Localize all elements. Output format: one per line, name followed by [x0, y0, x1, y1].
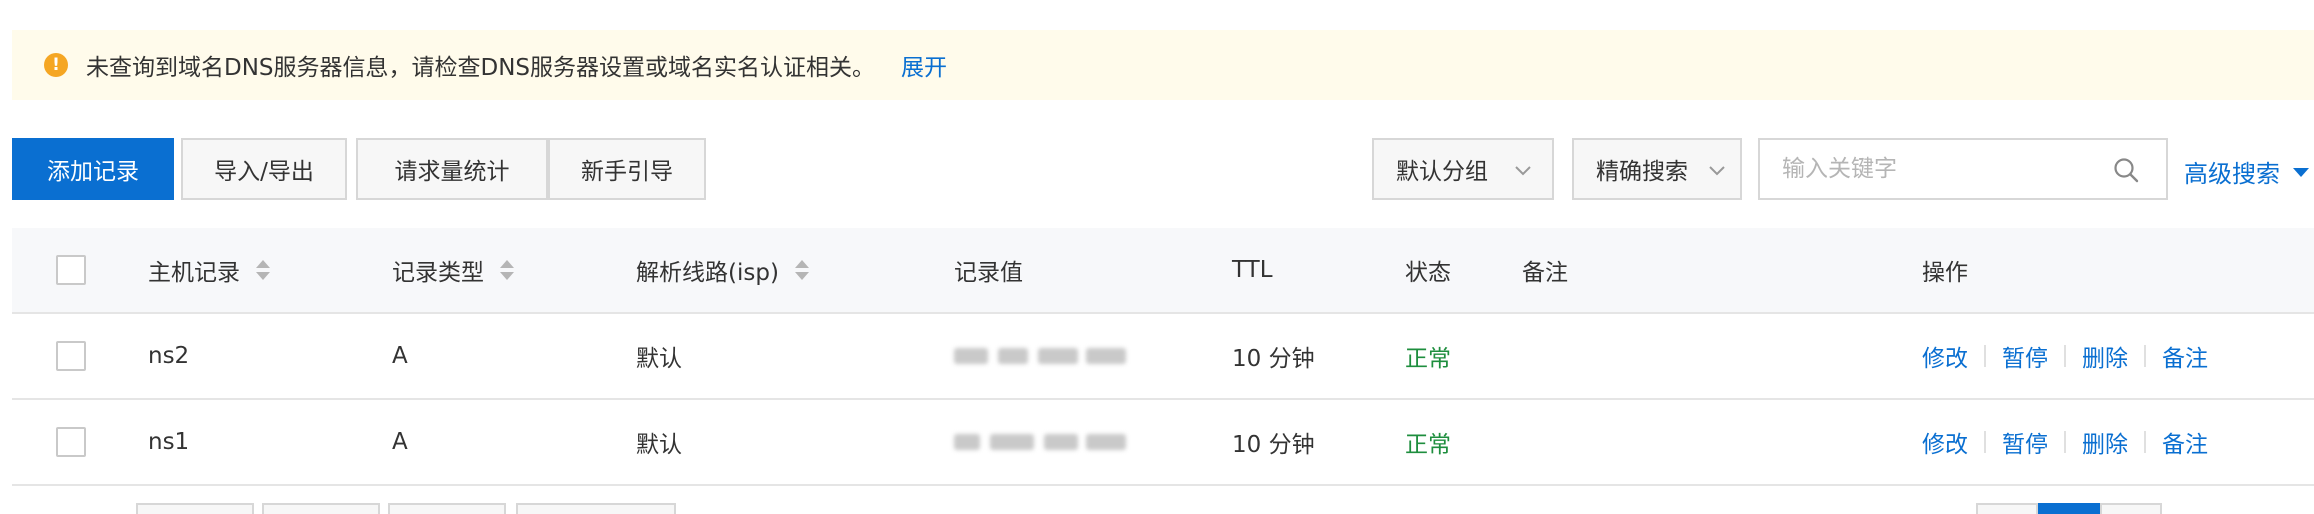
column-actions: 操作 [1922, 260, 1968, 286]
edit-button[interactable]: 修改 [1922, 425, 1968, 459]
column-ttl: TTL [1232, 257, 1273, 283]
group-select[interactable]: 默认分组 [1372, 138, 1554, 200]
warning-icon: ! [44, 53, 68, 77]
column-value: 记录值 [954, 260, 1023, 286]
notice-text: 未查询到域名DNS服务器信息，请检查DNS服务器设置或域名实名认证相关。 [86, 55, 876, 81]
bulk-action-button[interactable] [516, 503, 676, 514]
pause-button[interactable]: 暂停 [2002, 339, 2048, 373]
bulk-action-button[interactable] [388, 503, 506, 514]
sort-icon[interactable] [794, 260, 809, 280]
caret-down-icon [2293, 167, 2309, 177]
status-badge: 正常 [1405, 346, 1451, 372]
host-cell: ns2 [148, 343, 190, 369]
value-cell [954, 400, 1134, 484]
ttl-cell: 10 分钟 [1232, 432, 1315, 458]
table-header: 主机记录 记录类型 解析线路(isp) 记录值 TTL 状态 备注 操作 [12, 228, 2314, 314]
line-cell: 默认 [636, 432, 682, 458]
remark-button[interactable]: 备注 [2162, 339, 2208, 373]
row-checkbox[interactable] [56, 427, 86, 457]
pagination-button[interactable] [1976, 503, 2038, 514]
column-host[interactable]: 主机记录 [148, 228, 270, 312]
search-mode-label: 精确搜索 [1596, 159, 1688, 185]
pause-button[interactable]: 暂停 [2002, 425, 2048, 459]
redacted-value [954, 430, 1134, 454]
column-remark: 备注 [1522, 260, 1568, 286]
line-cell: 默认 [636, 346, 682, 372]
notice-bar: ! 未查询到域名DNS服务器信息，请检查DNS服务器设置或域名实名认证相关。 展… [12, 30, 2314, 100]
bulk-action-button[interactable] [136, 503, 254, 514]
column-status: 状态 [1405, 260, 1451, 286]
advanced-search-link[interactable]: 高级搜索 [2184, 154, 2312, 189]
import-export-button[interactable]: 导入/导出 [181, 138, 347, 200]
remark-button[interactable]: 备注 [2162, 425, 2208, 459]
row-actions: 修改 暂停 删除 备注 [1922, 314, 2208, 398]
pagination-current[interactable] [2038, 503, 2100, 514]
table-row: ns1 A 默认 10 分钟 正常 修改 暂停 删除 备注 [12, 400, 2314, 486]
edit-button[interactable]: 修改 [1922, 339, 1968, 373]
search-icon[interactable] [2112, 156, 2140, 184]
sort-icon[interactable] [256, 260, 270, 280]
request-stats-button[interactable]: 请求量统计 [356, 138, 548, 200]
pagination-button[interactable] [2100, 503, 2162, 514]
chevron-down-icon [1515, 166, 1531, 176]
search-mode-select[interactable]: 精确搜索 [1572, 138, 1742, 200]
add-record-button[interactable]: 添加记录 [12, 138, 174, 200]
chevron-down-icon [1709, 166, 1725, 176]
expand-link[interactable]: 展开 [901, 48, 947, 82]
select-all-checkbox[interactable] [56, 255, 86, 285]
type-cell: A [392, 429, 408, 455]
column-line[interactable]: 解析线路(isp) [636, 228, 809, 312]
column-type[interactable]: 记录类型 [392, 228, 514, 312]
delete-button[interactable]: 删除 [2082, 339, 2128, 373]
redacted-value [954, 344, 1134, 368]
type-cell: A [392, 343, 408, 369]
ttl-cell: 10 分钟 [1232, 346, 1315, 372]
status-badge: 正常 [1405, 432, 1451, 458]
beginner-guide-button[interactable]: 新手引导 [548, 138, 706, 200]
advanced-search-label: 高级搜索 [2184, 160, 2280, 188]
value-cell [954, 314, 1134, 398]
group-select-label: 默认分组 [1396, 159, 1488, 185]
sort-icon[interactable] [500, 260, 514, 280]
search-box [1758, 138, 2168, 200]
delete-button[interactable]: 删除 [2082, 425, 2128, 459]
bulk-action-button[interactable] [262, 503, 380, 514]
table-row: ns2 A 默认 10 分钟 正常 修改 暂停 删除 备注 [12, 314, 2314, 400]
row-checkbox[interactable] [56, 341, 86, 371]
host-cell: ns1 [148, 429, 190, 455]
search-input[interactable] [1782, 156, 2082, 182]
row-actions: 修改 暂停 删除 备注 [1922, 400, 2208, 484]
